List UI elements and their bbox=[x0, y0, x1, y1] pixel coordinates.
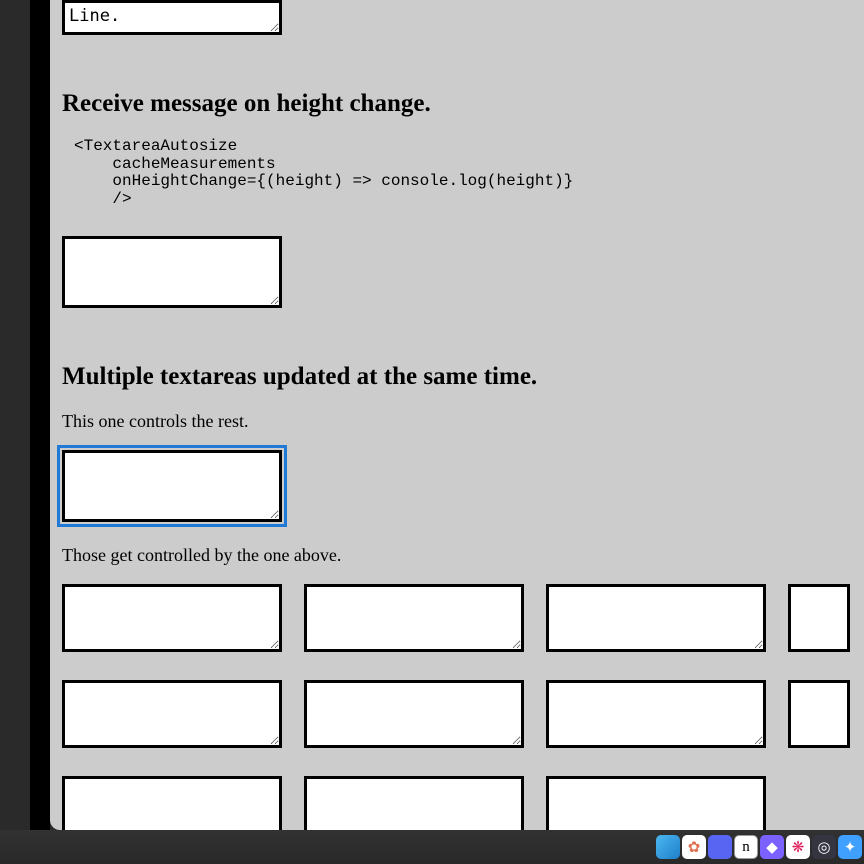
discord-icon[interactable] bbox=[708, 835, 732, 859]
macos-dock: ✿ n ◆ ❋ ◎ ✦ bbox=[0, 830, 864, 864]
controlled-textarea-4[interactable] bbox=[788, 584, 850, 652]
chatgpt-icon[interactable]: ◎ bbox=[812, 835, 836, 859]
app-purple-icon[interactable]: ◆ bbox=[760, 835, 784, 859]
controlled-textarea-1[interactable] bbox=[62, 584, 282, 652]
controller-textarea[interactable] bbox=[62, 450, 282, 522]
section-heading-multi: Multiple textareas updated at the same t… bbox=[62, 363, 852, 391]
desc-controls: This one controls the rest. bbox=[62, 411, 852, 432]
code-block-onheight: <TextareaAutosize cacheMeasurements onHe… bbox=[74, 138, 852, 208]
slack-icon[interactable]: ❋ bbox=[786, 835, 810, 859]
controlled-grid bbox=[62, 584, 852, 830]
controlled-textarea-5[interactable] bbox=[62, 680, 282, 748]
controlled-textarea-10[interactable] bbox=[304, 776, 524, 830]
controlled-textarea-2[interactable] bbox=[304, 584, 524, 652]
notes-icon[interactable]: n bbox=[734, 835, 758, 859]
example-textarea-onheight[interactable] bbox=[62, 236, 282, 308]
photos-icon[interactable]: ✿ bbox=[682, 835, 706, 859]
section-heading-onheight: Receive message on height change. bbox=[62, 90, 852, 118]
finder-icon[interactable] bbox=[656, 835, 680, 859]
controlled-textarea-3[interactable] bbox=[546, 584, 766, 652]
controlled-textarea-11[interactable] bbox=[546, 776, 766, 830]
controlled-textarea-9[interactable] bbox=[62, 776, 282, 830]
desc-controlled: Those get controlled by the one above. bbox=[62, 545, 852, 566]
window-shadow bbox=[30, 0, 50, 830]
app-blue-icon[interactable]: ✦ bbox=[838, 835, 862, 859]
controlled-textarea-6[interactable] bbox=[304, 680, 524, 748]
controlled-textarea-8[interactable] bbox=[788, 680, 850, 748]
document-window: Line. Receive message on height change. … bbox=[50, 0, 864, 830]
example-textarea-prev[interactable]: Line. bbox=[62, 0, 282, 35]
controlled-textarea-7[interactable] bbox=[546, 680, 766, 748]
